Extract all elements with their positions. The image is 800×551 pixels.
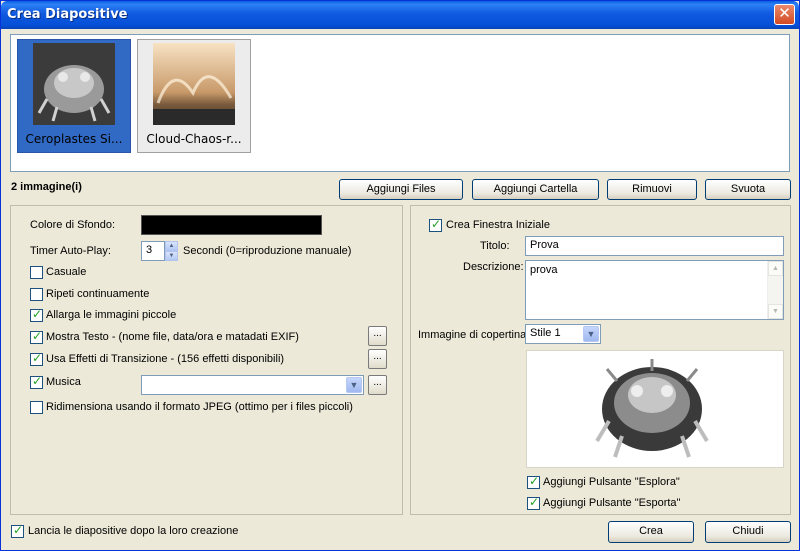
show-text-checkbox[interactable] xyxy=(30,329,43,344)
timer-label: Timer Auto-Play: xyxy=(30,245,111,257)
remove-button[interactable]: Rimuovi xyxy=(607,179,697,200)
show-text-label: Mostra Testo - (nome file, data/ora e ma… xyxy=(46,331,299,343)
thumbnail-image-clouds xyxy=(153,43,235,125)
music-checkbox[interactable] xyxy=(30,374,43,389)
description-value: prova xyxy=(530,264,558,276)
export-label: Aggiungi Pulsante "Esporta" xyxy=(543,497,681,509)
music-browse-button[interactable]: ... xyxy=(368,375,387,395)
intro-checkbox[interactable] xyxy=(429,217,442,232)
clear-button[interactable]: Svuota xyxy=(705,179,791,200)
chevron-down-icon[interactable]: ▼ xyxy=(346,377,362,393)
resize-jpeg-label: Ridimensiona usando il formato JPEG (ott… xyxy=(46,401,353,413)
bg-color-swatch[interactable] xyxy=(141,215,322,235)
launch-label: Lancia le diapositive dopo la loro creaz… xyxy=(28,525,239,537)
transitions-options-button[interactable]: ... xyxy=(368,349,387,369)
cover-preview xyxy=(526,350,784,468)
show-text-options-button[interactable]: ... xyxy=(368,326,387,346)
random-checkbox[interactable] xyxy=(30,266,43,279)
description-scrollbar[interactable]: ▲ ▼ xyxy=(767,261,783,319)
explore-checkbox[interactable] xyxy=(527,474,540,489)
cover-label: Immagine di copertina: xyxy=(418,329,530,341)
transitions-checkbox[interactable] xyxy=(30,351,43,366)
transitions-label: Usa Effetti di Transizione - (156 effett… xyxy=(46,353,285,365)
description-textarea[interactable]: prova ▲ ▼ xyxy=(525,260,784,320)
music-select[interactable]: ▼ xyxy=(141,375,364,395)
arrow-down-icon[interactable]: ▼ xyxy=(165,251,178,261)
cover-style-select[interactable]: Stile 1 ▼ xyxy=(525,324,601,344)
scroll-up-icon[interactable]: ▲ xyxy=(768,261,783,276)
export-checkbox[interactable] xyxy=(527,495,540,510)
title-input[interactable]: Prova xyxy=(525,236,784,256)
enlarge-checkbox[interactable] xyxy=(30,307,43,322)
add-files-button[interactable]: Aggiungi Files xyxy=(339,179,463,200)
enlarge-label: Allarga le immagini piccole xyxy=(46,309,177,321)
thumbnail-label: Cloud-Chaos-r... xyxy=(146,132,242,146)
cover-style-value: Stile 1 xyxy=(530,327,561,339)
explore-label: Aggiungi Pulsante "Esplora" xyxy=(543,476,680,488)
cover-preview-image xyxy=(595,359,709,458)
chevron-down-icon[interactable]: ▼ xyxy=(583,326,599,342)
intro-label: Crea Finestra Iniziale xyxy=(446,219,550,231)
repeat-label: Ripeti continuamente xyxy=(46,288,150,300)
scroll-down-icon[interactable]: ▼ xyxy=(768,304,783,319)
create-button[interactable]: Crea xyxy=(608,521,694,543)
image-count: 2 immagine(i) xyxy=(11,181,82,193)
timer-input[interactable]: 3 xyxy=(141,241,165,261)
bg-color-label: Colore di Sfondo: xyxy=(30,219,115,231)
repeat-checkbox[interactable] xyxy=(30,288,43,301)
window-title: Crea Diapositive xyxy=(7,7,128,22)
thumbnail-image-bug xyxy=(33,43,115,125)
launch-checkbox[interactable] xyxy=(11,523,24,538)
timer-hint: Secondi (0=riproduzione manuale) xyxy=(183,245,352,257)
music-label: Musica xyxy=(46,376,81,388)
title-label: Titolo: xyxy=(480,240,510,252)
random-label: Casuale xyxy=(46,266,87,278)
close-icon[interactable]: ✕ xyxy=(774,4,795,25)
description-label: Descrizione: xyxy=(463,261,524,273)
close-button[interactable]: Chiudi xyxy=(705,521,791,543)
resize-jpeg-checkbox[interactable] xyxy=(30,401,43,414)
thumbnail-item[interactable]: Ceroplastes Si... xyxy=(17,39,131,153)
thumbnail-list[interactable]: Ceroplastes Si... Cloud-Chaos-r... xyxy=(10,34,790,172)
thumbnail-label: Ceroplastes Si... xyxy=(25,132,123,146)
thumbnail-item[interactable]: Cloud-Chaos-r... xyxy=(137,39,251,153)
arrow-up-icon[interactable]: ▲ xyxy=(165,241,178,251)
add-folder-button[interactable]: Aggiungi Cartella xyxy=(472,179,599,200)
timer-spinner[interactable]: ▲ ▼ xyxy=(165,241,178,261)
create-slideshow-dialog: Crea Diapositive ✕ Ceroplastes Si... Clo… xyxy=(0,0,800,551)
title-bar: Crea Diapositive ✕ xyxy=(1,1,799,29)
